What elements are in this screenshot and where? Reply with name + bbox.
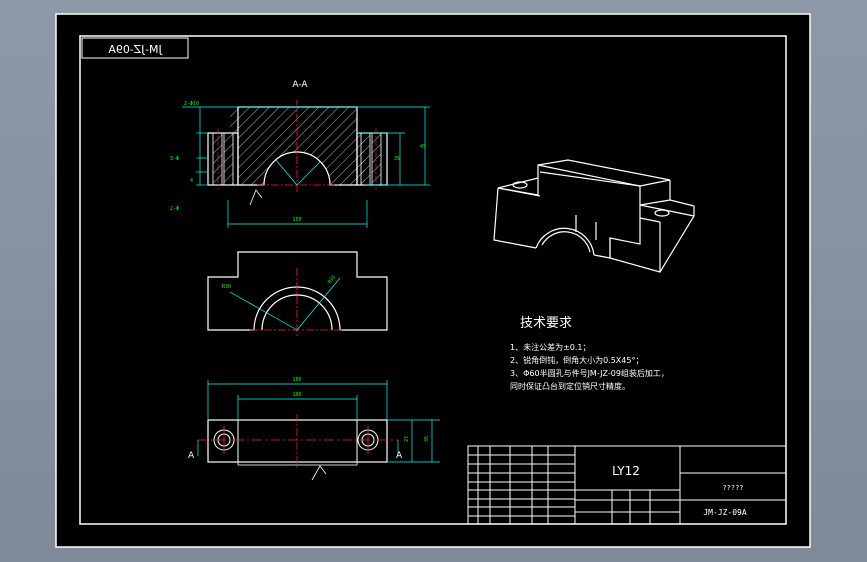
svg-text:3-Φ: 3-Φ: [170, 156, 179, 162]
tech-line-2: 2、锐角倒钝，倒角大小为0.5X45°；: [510, 355, 643, 365]
svg-text:45: 45: [420, 144, 426, 150]
title-drawing-number: JM-JZ-09A: [703, 508, 747, 517]
cad-viewport[interactable]: JM-JZ-09A A-A 2-Φ10 3-Φ 2-Φ 4 35 45 150 …: [0, 0, 867, 562]
svg-text:4: 4: [190, 178, 193, 184]
tech-line-1: 1、未注公差为±0.1；: [510, 342, 591, 352]
tech-title: 技术要求: [520, 316, 572, 331]
title-company: ?????: [722, 484, 743, 492]
top-height-outer: 35: [424, 436, 430, 442]
section-label: A-A: [292, 80, 308, 90]
cut-label-left: A: [188, 451, 195, 461]
title-material: LY12: [612, 464, 640, 478]
drawing-sheet: JM-JZ-09A A-A 2-Φ10 3-Φ 2-Φ 4 35 45 150 …: [55, 13, 811, 548]
mirrored-drawing-number: JM-JZ-09A: [108, 43, 163, 56]
paper: [55, 13, 811, 548]
top-total-width: 180: [292, 377, 301, 383]
svg-text:2-Φ: 2-Φ: [170, 206, 179, 212]
top-height-inner: 27: [404, 436, 410, 442]
svg-text:2-Φ10: 2-Φ10: [184, 101, 199, 107]
cut-label-right: A: [396, 451, 403, 461]
tech-line-3: 3、Φ60半圆孔与件号JM-JZ-09组装后加工，: [510, 368, 669, 378]
front-radius-a: R30: [222, 284, 231, 290]
section-width-dim: 150: [292, 217, 301, 223]
top-inner-width: 100: [292, 392, 301, 398]
tech-line-4: 同时保证凸台到定位销尺寸精度。: [510, 381, 630, 391]
svg-text:35: 35: [394, 156, 400, 162]
